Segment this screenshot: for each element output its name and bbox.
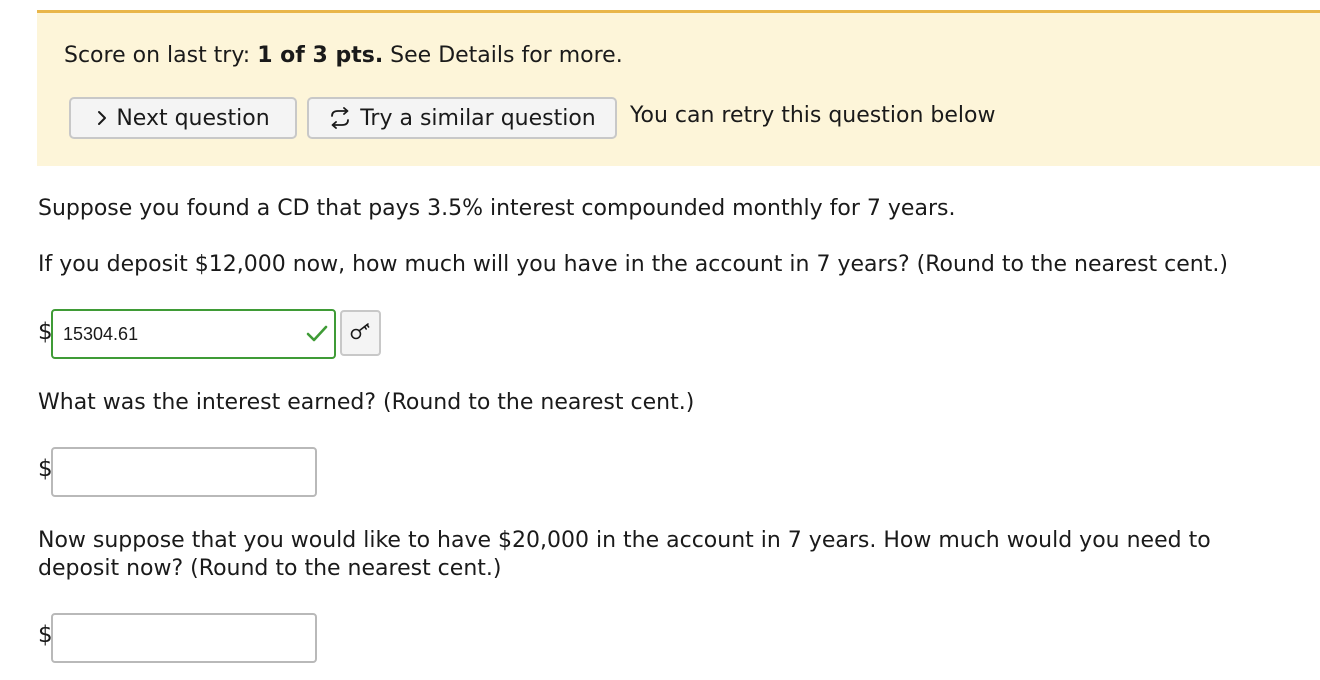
- part1-prompt: If you deposit $12,000 now, how much wil…: [38, 252, 1228, 277]
- question-intro: Suppose you found a CD that pays 3.5% in…: [38, 196, 956, 221]
- view-answer-key-button[interactable]: [340, 310, 381, 356]
- next-question-label: Next question: [116, 105, 270, 131]
- part1-answer-input[interactable]: [63, 311, 303, 357]
- retry-note: You can retry this question below: [630, 103, 996, 128]
- part3-answer-box: [51, 613, 317, 663]
- question-page: Score on last try: 1 of 3 pts. See Detai…: [0, 0, 1320, 680]
- score-summary: Score on last try: 1 of 3 pts. See Detai…: [64, 41, 623, 71]
- score-value: 1 of 3 pts.: [257, 43, 384, 68]
- next-question-button[interactable]: Next question: [69, 97, 297, 139]
- part2-prompt: What was the interest earned? (Round to …: [38, 390, 695, 415]
- check-icon: [306, 324, 328, 348]
- key-icon: [349, 321, 373, 345]
- try-similar-question-button[interactable]: Try a similar question: [307, 97, 617, 139]
- part1-answer-box: [51, 309, 336, 359]
- part3-prompt: Now suppose that you would like to have …: [38, 528, 1211, 581]
- score-suffix: See Details for more.: [383, 43, 623, 68]
- part3-answer-input[interactable]: [63, 615, 303, 661]
- score-banner: Score on last try: 1 of 3 pts. See Detai…: [37, 10, 1320, 166]
- try-similar-label: Try a similar question: [360, 105, 596, 131]
- part2-answer-box: [51, 447, 317, 497]
- score-prefix: Score on last try:: [64, 43, 258, 68]
- retry-arrows-icon: [328, 107, 352, 129]
- part2-answer-input[interactable]: [63, 449, 303, 495]
- chevron-right-icon: [96, 109, 108, 127]
